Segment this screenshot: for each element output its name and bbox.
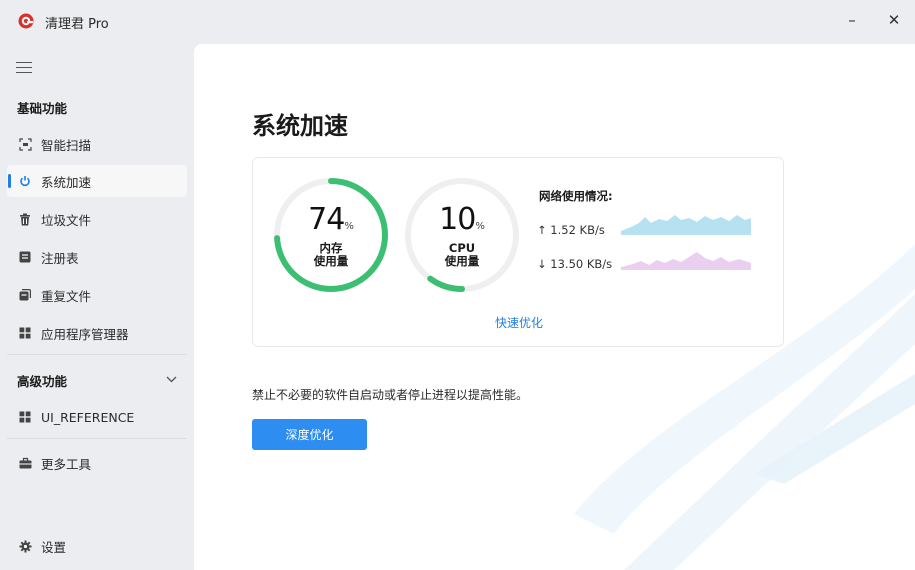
sidebar-item-label: 系统加速 <box>41 174 92 190</box>
memory-value: 74% <box>308 202 354 237</box>
app-title: 清理君 Pro <box>45 17 109 32</box>
upload-sparkline <box>621 215 751 235</box>
memory-gauge: 74% 内存 使用量 <box>272 176 390 294</box>
sidebar-item-more-tools[interactable]: 更多工具 <box>7 447 187 479</box>
toolbox-icon <box>18 456 32 470</box>
duplicate-file-icon <box>18 288 32 302</box>
download-sparkline <box>621 252 751 270</box>
sidebar-item-label: 智能扫描 <box>41 137 92 153</box>
scan-icon <box>18 137 32 151</box>
sidebar-item-label: 重复文件 <box>41 288 92 304</box>
sidebar-item-label: 垃圾文件 <box>41 212 92 228</box>
apps-grid-icon <box>18 326 32 340</box>
sidebar-item-junk-files[interactable]: 垃圾文件 <box>7 203 187 235</box>
sidebar-divider <box>7 354 187 355</box>
sidebar-item-label: 应用程序管理器 <box>41 326 129 342</box>
section-basic-title: 基础功能 <box>17 101 68 116</box>
sidebar-item-duplicate-files[interactable]: 重复文件 <box>7 279 187 311</box>
power-icon <box>18 174 32 188</box>
sidebar-item-registry[interactable]: 注册表 <box>7 241 187 273</box>
sidebar-item-system-speedup[interactable]: 系统加速 <box>7 165 187 197</box>
sidebar-item-label: 更多工具 <box>41 456 92 472</box>
sidebar-divider <box>7 438 187 439</box>
gear-icon <box>18 539 32 553</box>
performance-card: 74% 内存 使用量 10% CPU 使用量 网络使用情况: ↑ 1.52 KB… <box>252 157 784 347</box>
section-advanced-title[interactable]: 高级功能 <box>17 371 67 390</box>
sidebar-item-smart-scan[interactable]: 智能扫描 <box>7 128 187 160</box>
cpu-value: 10% <box>439 202 485 237</box>
upload-speed: ↑ 1.52 KB/s <box>537 223 605 237</box>
sidebar: 基础功能 智能扫描 系统加速 垃圾文件 注册表 重复文件 应用程序管理器 高级功… <box>0 44 194 570</box>
minimize-button[interactable]: – <box>838 8 866 32</box>
cpu-label-usage: 使用量 <box>444 254 480 268</box>
sidebar-item-label: 注册表 <box>41 250 79 266</box>
page-title: 系统加速 <box>252 112 348 140</box>
sidebar-item-label: 设置 <box>41 539 67 555</box>
main-panel: 系统加速 74% 内存 使用量 10% CPU 使用量 网络使用情况: ↑ 1.… <box>194 44 915 570</box>
app-logo-icon <box>18 13 34 29</box>
chevron-down-icon[interactable] <box>166 372 177 386</box>
sidebar-item-app-manager[interactable]: 应用程序管理器 <box>7 317 187 349</box>
download-speed: ↓ 13.50 KB/s <box>537 257 613 271</box>
trash-icon <box>18 212 32 226</box>
sidebar-item-ui-reference[interactable]: UI_REFERENCE <box>7 401 187 433</box>
title-bar: 清理君 Pro – ✕ <box>0 0 915 44</box>
menu-icon[interactable] <box>16 62 32 74</box>
registry-icon <box>18 250 32 264</box>
quick-optimize-link[interactable]: 快速优化 <box>253 314 785 331</box>
sidebar-item-settings[interactable]: 设置 <box>7 530 187 562</box>
close-button[interactable]: ✕ <box>880 8 908 32</box>
cpu-gauge: 10% CPU 使用量 <box>403 176 521 294</box>
active-indicator <box>8 174 11 188</box>
network-usage-title: 网络使用情况: <box>539 189 613 203</box>
deep-optimize-button[interactable]: 深度优化 <box>252 419 367 450</box>
sidebar-item-label: UI_REFERENCE <box>41 409 135 425</box>
description-text: 禁止不必要的软件自启动或者停止进程以提高性能。 <box>252 388 529 402</box>
memory-label-usage: 使用量 <box>313 254 349 268</box>
apps-grid-icon <box>18 410 32 424</box>
